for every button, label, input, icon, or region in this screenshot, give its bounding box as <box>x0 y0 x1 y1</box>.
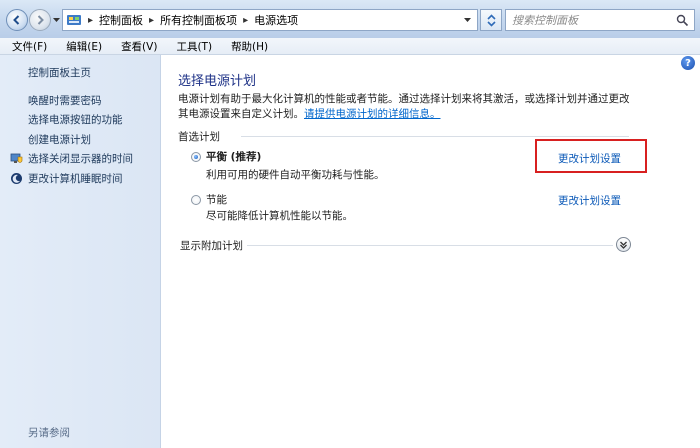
control-panel-icon <box>67 15 81 25</box>
address-bar: ▸ 控制面板 ▸ 所有控制面板项 ▸ 电源选项 搜索控制面板 <box>0 0 700 39</box>
breadcrumb-item[interactable]: ▸ 控制面板 <box>86 12 143 28</box>
sidebar-item-create-plan[interactable]: 创建电源计划 <box>28 132 91 147</box>
menu-bar: 文件(F) 编辑(E) 查看(V) 工具(T) 帮助(H) <box>0 38 700 55</box>
page-title: 选择电源计划 <box>178 74 257 89</box>
menu-view[interactable]: 查看(V) <box>109 39 164 54</box>
additional-plans-divider <box>241 245 613 246</box>
breadcrumb-label: 控制面板 <box>99 14 144 27</box>
menu-file[interactable]: 文件(F) <box>0 39 54 54</box>
breadcrumb-item[interactable]: ▸ 所有控制面板项 <box>147 12 237 28</box>
plan-details-link[interactable]: 请提供电源计划的详细信息。 <box>304 108 441 120</box>
show-additional-plans-label[interactable]: 显示附加计划 <box>180 238 247 253</box>
menu-edit[interactable]: 编辑(E) <box>54 39 109 54</box>
see-also-heading: 另请参阅 <box>28 427 70 439</box>
sidebar-item-power-button[interactable]: 选择电源按钮的功能 <box>28 112 123 127</box>
expand-additional-plans-button[interactable] <box>616 237 631 252</box>
arrow-right-icon <box>37 15 44 25</box>
search-placeholder: 搜索控制面板 <box>512 14 578 27</box>
sidebar-item-sleep-time[interactable]: 更改计算机睡眠时间 <box>28 171 123 186</box>
help-icon[interactable]: ? <box>681 56 695 70</box>
page-description: 电源计划有助于最大化计算机的性能或者节能。通过选择计划来将其激活，或选择计划并通… <box>178 92 638 122</box>
plan-power-saver-description: 尽可能降低计算机性能以节能。 <box>206 210 353 222</box>
plan-balanced-radio[interactable] <box>191 152 201 162</box>
breadcrumb-item[interactable]: ▸ 电源选项 <box>241 12 298 28</box>
sidebar-item-home[interactable]: 控制面板主页 <box>28 65 91 80</box>
recent-pages-dropdown[interactable] <box>53 17 60 23</box>
menu-tools[interactable]: 工具(T) <box>164 39 219 54</box>
preferred-plans-heading: 首选计划 <box>178 129 224 144</box>
plan-power-saver-radio[interactable] <box>191 195 201 205</box>
moon-shield-icon <box>11 173 22 184</box>
refresh-button[interactable] <box>480 9 502 31</box>
scroll-area <box>676 55 700 448</box>
breadcrumb-label: 所有控制面板项 <box>160 14 238 27</box>
chevron-down-icon[interactable] <box>464 17 471 23</box>
section-divider <box>241 136 629 137</box>
plan-power-saver-name[interactable]: 节能 <box>206 192 227 207</box>
breadcrumb-label: 电源选项 <box>254 14 299 27</box>
breadcrumb[interactable]: ▸ 控制面板 ▸ 所有控制面板项 ▸ 电源选项 <box>62 9 478 31</box>
refresh-icon <box>486 13 496 27</box>
plan-balanced-description: 利用可用的硬件自动平衡功耗与性能。 <box>206 169 385 181</box>
main-content: 选择电源计划 电源计划有助于最大化计算机的性能或者节能。通过选择计划来将其激活，… <box>161 55 676 448</box>
sidebar: 控制面板主页 唤醒时需要密码 选择电源按钮的功能 创建电源计划 选择关闭显示器的… <box>0 55 161 448</box>
back-button[interactable] <box>6 9 28 31</box>
menu-help[interactable]: 帮助(H) <box>219 39 275 54</box>
plan-balanced-name[interactable]: 平衡 (推荐) <box>206 149 261 164</box>
chevron-down-icon <box>620 241 627 249</box>
sidebar-item-wake-password[interactable]: 唤醒时需要密码 <box>28 93 102 108</box>
search-icon[interactable] <box>676 14 689 27</box>
monitor-shield-icon <box>10 153 23 163</box>
arrow-left-icon <box>13 15 20 25</box>
search-input[interactable]: 搜索控制面板 <box>505 9 695 31</box>
sidebar-item-display-off[interactable]: 选择关闭显示器的时间 <box>28 151 133 166</box>
change-plan-settings-link-balanced[interactable]: 更改计划设置 <box>558 151 621 166</box>
forward-button[interactable] <box>29 9 51 31</box>
change-plan-settings-link-power-saver[interactable]: 更改计划设置 <box>558 193 621 208</box>
